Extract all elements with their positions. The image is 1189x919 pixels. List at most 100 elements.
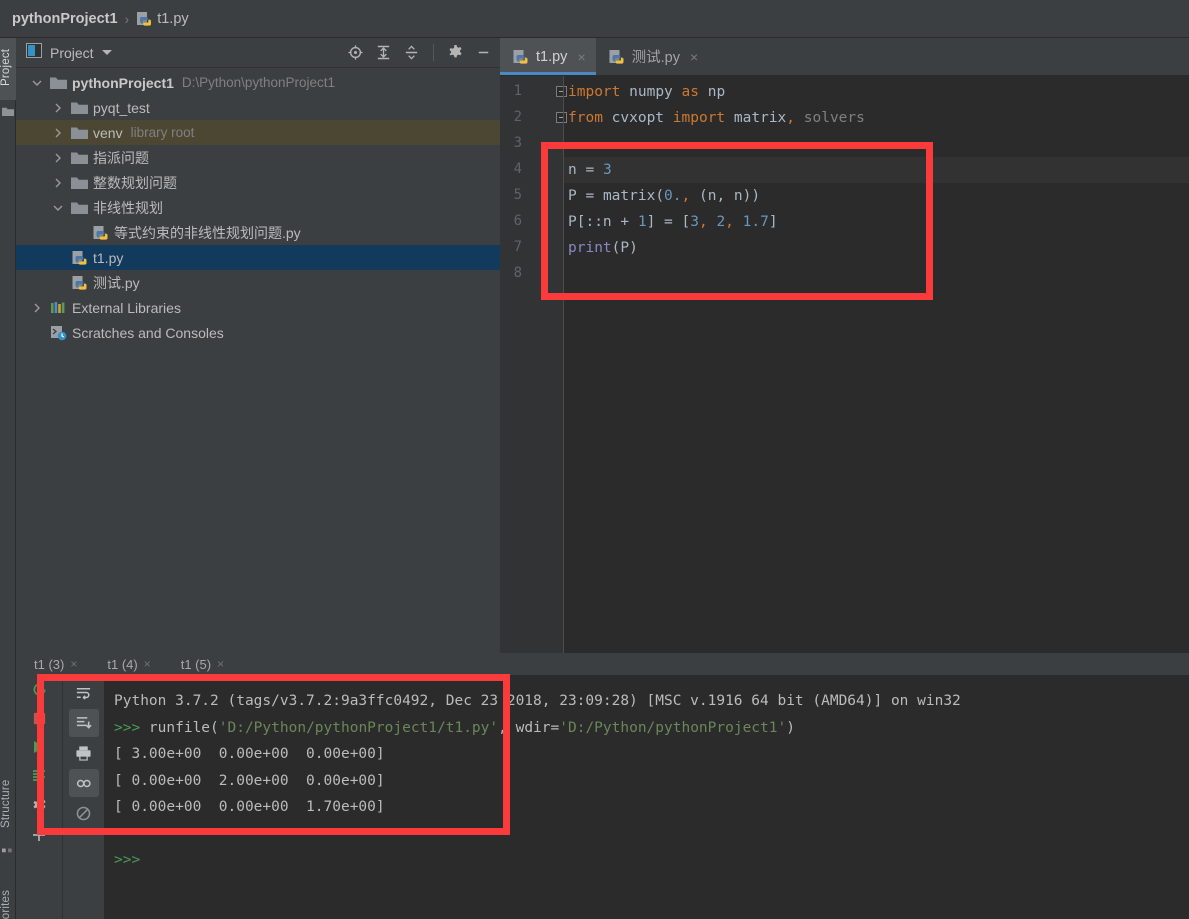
console-output[interactable]: Python 3.7.2 (tags/v3.7.2:9a3ffc0492, De… [104, 675, 1189, 919]
tool-window-button-favorites[interactable]: Favorites [0, 876, 16, 919]
clear-all-icon[interactable] [69, 799, 99, 827]
run-tab-bar[interactable]: t1 (3) × t1 (4) × t1 (5) × [16, 653, 1189, 675]
settings-icon[interactable] [31, 797, 48, 814]
code-lines[interactable]: import numpy as np from cvxopt import mat… [568, 76, 1189, 653]
code-line[interactable]: from cvxopt import matrix, solvers [568, 105, 865, 131]
editor-tab-label: t1.py [536, 48, 568, 65]
tree-row[interactable]: pyqt_test [16, 95, 500, 120]
chevron-right-icon[interactable] [51, 128, 65, 138]
tree-row[interactable]: venv library root [16, 120, 500, 145]
editor-gutter[interactable]: 1 2 3 4 5 6 7 8 [500, 76, 567, 653]
use-console-icon[interactable] [68, 769, 99, 797]
close-icon[interactable]: × [217, 657, 224, 671]
tree-row[interactable]: External Libraries [16, 295, 500, 320]
expand-all-icon[interactable] [375, 44, 392, 61]
scroll-end-icon[interactable] [68, 709, 99, 737]
scratches-icon [50, 325, 67, 341]
run-tab-label: t1 (4) [107, 656, 138, 672]
chevron-right-icon[interactable] [51, 103, 65, 113]
tree-row[interactable]: pythonProject1 D:\Python\pythonProject1 [16, 70, 500, 95]
code-line[interactable]: import numpy as np [568, 79, 725, 105]
stop-icon[interactable] [32, 711, 47, 726]
run-actions-toolbar[interactable] [16, 675, 62, 919]
tree-row[interactable]: t1.py [16, 245, 500, 270]
chevron-right-icon[interactable] [30, 303, 44, 313]
line-number: 8 [513, 265, 522, 281]
close-icon[interactable]: × [70, 657, 77, 671]
console-text: 'D:/Python/pythonProject1' [559, 719, 787, 736]
locate-icon[interactable] [347, 44, 364, 61]
project-window-icon [26, 42, 42, 63]
gear-icon[interactable] [447, 44, 464, 61]
code-token: matrix( [602, 188, 665, 204]
rerun-icon[interactable] [31, 681, 48, 698]
code-editor[interactable]: 12345678 import numpy as np from cvxopt i… [500, 76, 1189, 653]
tree-row[interactable]: 指派问题 [16, 145, 500, 170]
console-text: 'D:/Python/pythonProject1/t1.py' [218, 719, 499, 736]
console-horizontal-scrollbar[interactable] [277, 675, 361, 680]
fold-marker-icon[interactable] [556, 112, 567, 123]
editor-area: t1.py × 测试.py × 12345678 import numpy as np… [500, 38, 1189, 653]
tree-row[interactable]: Scratches and Consoles [16, 320, 500, 345]
chevron-right-icon[interactable] [51, 178, 65, 188]
fold-marker-icon[interactable] [556, 86, 567, 97]
editor-tab-bar[interactable]: t1.py × 测试.py × [500, 38, 1189, 76]
console-icon[interactable] [31, 768, 47, 784]
collapse-all-icon[interactable] [403, 44, 420, 61]
console-actions-toolbar[interactable] [62, 675, 104, 919]
close-icon[interactable]: × [577, 49, 585, 65]
code-line[interactable]: P = matrix(0., (n, n)) [568, 183, 760, 209]
toolbar-divider [433, 44, 434, 61]
close-icon[interactable]: × [690, 49, 698, 65]
code-line[interactable]: n = 3 [568, 157, 612, 183]
console-text: wdir= [506, 719, 560, 736]
resume-icon[interactable] [31, 739, 47, 755]
plus-icon[interactable] [31, 827, 47, 843]
chevron-right-icon[interactable] [51, 153, 65, 163]
project-panel-title: Project [50, 44, 94, 61]
tree-row[interactable]: 非线性规划 [16, 195, 500, 220]
line-number: 4 [513, 161, 522, 177]
console-text: , [498, 719, 507, 736]
breadcrumb-project[interactable]: pythonProject1 [12, 11, 118, 27]
pycharm-window: pythonProject1 › t1.py Project Structure… [0, 0, 1189, 919]
project-tree[interactable]: pythonProject1 D:\Python\pythonProject1 py… [16, 68, 500, 652]
tree-row[interactable]: 等式约束的非线性规划问题.py [16, 220, 500, 245]
run-tab-label: t1 (3) [34, 656, 65, 672]
python-file-icon [608, 49, 625, 65]
console-prompt: >>> [114, 719, 149, 736]
minimize-icon[interactable] [475, 44, 492, 61]
code-token: import [672, 110, 726, 126]
soft-wrap-icon[interactable] [69, 679, 99, 707]
code-line[interactable]: P[::n + 1] = [3, 2, 1.7] [568, 209, 778, 235]
code-token: , [681, 188, 691, 204]
tree-row-label: 指派问题 [93, 149, 149, 166]
tool-window-button-project[interactable]: Project [0, 38, 16, 100]
folder-icon [50, 75, 67, 91]
tree-row[interactable]: 测试.py [16, 270, 500, 295]
run-tab[interactable]: t1 (4) × [107, 657, 150, 672]
breadcrumb-file[interactable]: t1.py [157, 11, 188, 27]
tree-row-label: 等式约束的非线性规划问题.py [114, 224, 301, 241]
code-token: numpy [629, 84, 673, 100]
editor-tab[interactable]: t1.py × [500, 38, 596, 75]
chevron-down-icon[interactable] [30, 79, 44, 87]
print-icon[interactable] [69, 739, 99, 767]
line-number: 2 [513, 109, 522, 125]
code-line[interactable]: print(P) [568, 235, 638, 261]
tree-row-subtext: library root [130, 125, 195, 140]
editor-tab[interactable]: 测试.py × [596, 38, 709, 75]
tree-row[interactable]: 整数规划问题 [16, 170, 500, 195]
tool-window-button-structure[interactable]: Structure [0, 768, 16, 840]
code-token: np [707, 84, 726, 100]
close-icon[interactable]: × [144, 657, 151, 671]
tree-row-label: pyqt_test [93, 99, 150, 116]
console-text: [ 0.00e+00 2.00e+00 0.00e+00] [114, 772, 385, 789]
chevron-down-icon[interactable] [101, 50, 112, 55]
run-tab[interactable]: t1 (5) × [181, 657, 224, 672]
line-number: 3 [513, 135, 522, 151]
run-tab[interactable]: t1 (3) × [34, 657, 77, 672]
chevron-down-icon[interactable] [51, 204, 65, 212]
console-text: [ 0.00e+00 0.00e+00 1.70e+00] [114, 799, 385, 815]
